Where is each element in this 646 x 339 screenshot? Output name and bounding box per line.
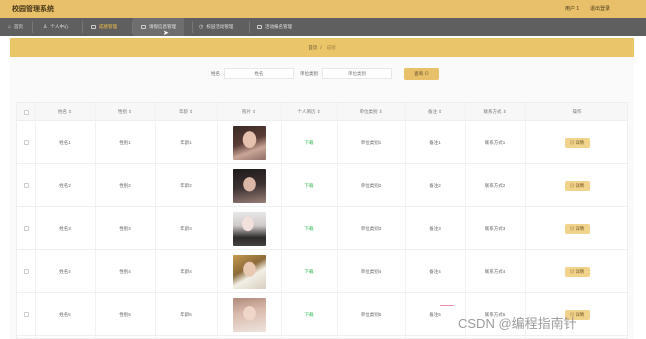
cell-contact: 联系方式3: [484, 225, 506, 231]
search-button[interactable]: 查询 ⊙: [404, 68, 439, 80]
search-name-input[interactable]: [224, 68, 294, 79]
data-table: 姓名 ⇕ 性别 ⇕ 年龄 ⇕ 照片 ⇕ 个人简历 ⇕ 单位类别 ⇕ 备注 ⇕ 联…: [16, 102, 628, 339]
column-header[interactable]: 备注 ⇕: [405, 103, 465, 121]
photo-thumbnail[interactable]: [232, 168, 266, 203]
cell-note: 备注2: [429, 182, 441, 188]
photo-thumbnail[interactable]: [232, 211, 266, 246]
row-checkbox[interactable]: [23, 183, 29, 188]
column-header[interactable]: 照片 ⇕: [217, 103, 281, 121]
user-icon: ♙: [43, 24, 48, 30]
cell-note: 备注3: [429, 225, 441, 231]
table-row: 姓名1 性别1 年龄1 下载 单位类别1 备注1 联系方式1 ▤ 详情: [17, 121, 627, 164]
column-header[interactable]: 单位类别 ⇕: [337, 103, 405, 121]
breadcrumb: 首页 / 成绩: [10, 38, 634, 57]
cell-unit-type: 单位类别4: [360, 268, 382, 274]
breadcrumb-current: 成绩: [326, 44, 336, 50]
cell-age: 年龄1: [180, 139, 192, 145]
cell-unit-type: 单位类别1: [360, 139, 382, 145]
cell-contact: 联系方式1: [484, 139, 506, 145]
nav-item-home[interactable]: ⌂ 首页: [8, 18, 23, 36]
table-header: 姓名 ⇕ 性别 ⇕ 年龄 ⇕ 照片 ⇕ 个人简历 ⇕ 单位类别 ⇕ 备注 ⇕ 联…: [17, 103, 627, 121]
column-header[interactable]: 性别 ⇕: [95, 103, 155, 121]
cell-name: 姓名3: [59, 225, 71, 231]
cell-gender: 性别5: [119, 311, 131, 317]
cell-note: 备注4: [429, 268, 441, 274]
nav-item-label: 活动报名管理: [265, 24, 292, 29]
select-all-checkbox[interactable]: [23, 109, 29, 115]
resume-download-link[interactable]: 下载: [281, 121, 337, 164]
column-header[interactable]: 年龄 ⇕: [155, 103, 217, 121]
row-checkbox[interactable]: [23, 269, 29, 274]
home-icon: ⌂: [8, 24, 12, 30]
nav-item-label: 个人中心: [50, 24, 69, 29]
detail-button[interactable]: ▤ 详情: [564, 266, 590, 277]
mouse-cursor-icon: ➤: [163, 30, 169, 37]
cell-unit-type: 单位类别3: [360, 225, 382, 231]
cell-gender: 性别4: [119, 268, 131, 274]
nav-item-label: 首页: [14, 24, 24, 29]
cell-age: 年龄5: [180, 311, 192, 317]
nav-item-activities[interactable]: ◷ 校园活动管理: [199, 18, 233, 36]
nav-item-leave[interactable]: 请假信息管理: [133, 18, 184, 36]
cell-name: 姓名2: [59, 182, 71, 188]
cell-unit-type: 单位类别5: [360, 311, 382, 317]
cell-age: 年龄2: [180, 182, 192, 188]
app-title: 校园管理系统: [12, 6, 54, 13]
grid-icon: [91, 25, 96, 29]
detail-button[interactable]: ▤ 详情: [564, 137, 590, 148]
grid-icon: [141, 25, 146, 29]
row-checkbox[interactable]: [23, 226, 29, 231]
resume-download-link[interactable]: 下载: [281, 207, 337, 250]
main-content: 首页 / 成绩 姓名 单位类别 查询 ⊙ 姓名 ⇕ 性别 ⇕ 年龄 ⇕ 照片 ⇕…: [10, 38, 634, 339]
cell-name: 姓名5: [59, 311, 71, 317]
watermark: CSDN @编程指南针: [458, 316, 577, 331]
cell-gender: 性别3: [119, 225, 131, 231]
resume-download-link[interactable]: 下载: [281, 293, 337, 336]
nav-item-registration[interactable]: 活动报名管理: [257, 18, 292, 36]
cell-gender: 性别2: [119, 182, 131, 188]
grid-icon: [257, 25, 262, 29]
column-header[interactable]: 个人简历 ⇕: [281, 103, 337, 121]
cell-age: 年龄3: [180, 225, 192, 231]
photo-thumbnail[interactable]: [232, 297, 266, 332]
cell-gender: 性别1: [119, 139, 131, 145]
cell-name: 姓名4: [59, 268, 71, 274]
column-header[interactable]: 姓名 ⇕: [35, 103, 95, 121]
cell-name: 姓名1: [59, 139, 71, 145]
search-type-input[interactable]: [322, 68, 392, 79]
resume-download-link[interactable]: 下载: [281, 250, 337, 293]
cell-age: 年龄4: [180, 268, 192, 274]
logout-link[interactable]: 退出登录: [590, 5, 610, 12]
resume-download-link[interactable]: 下载: [281, 164, 337, 207]
breadcrumb-home[interactable]: 首页: [308, 45, 317, 51]
row-checkbox[interactable]: [23, 140, 29, 145]
photo-thumbnail[interactable]: [232, 254, 266, 289]
cell-unit-type: 单位类别2: [360, 182, 382, 188]
top-header: 校园管理系统 用户 1 退出登录: [0, 0, 646, 18]
nav-item-label: 校园活动管理: [206, 24, 234, 29]
breadcrumb-separator: /: [320, 45, 322, 50]
search-type-label: 单位类别: [300, 71, 318, 76]
main-nav: ⌂ 首页 ♙ 个人中心 成绩管理 请假信息管理 ◷ 校园活动管理 活动报名管理 …: [0, 18, 646, 37]
cell-note: 备注1: [429, 139, 441, 145]
row-checkbox[interactable]: [23, 312, 29, 317]
column-header[interactable]: 联系方式 ⇕: [465, 103, 525, 121]
table-row: 姓名2 性别2 年龄2 下载 单位类别2 备注2 联系方式2 ▤ 详情: [17, 164, 627, 207]
cell-contact: 联系方式4: [484, 268, 506, 274]
cell-note: 备注5: [429, 311, 441, 317]
search-name-label: 姓名: [211, 71, 220, 76]
table-row: 姓名4 性别4 年龄4 下载 单位类别4 备注4 联系方式4 ▤ 详情: [17, 250, 627, 293]
photo-thumbnail[interactable]: [232, 125, 266, 160]
nav-item-grades[interactable]: 成绩管理: [91, 18, 117, 36]
cell-contact: 联系方式2: [484, 182, 506, 188]
column-header: 操作: [572, 109, 582, 114]
detail-button[interactable]: ▤ 详情: [564, 180, 590, 191]
detail-button[interactable]: ▤ 详情: [564, 223, 590, 234]
cursor-trail: [440, 305, 454, 306]
current-user[interactable]: 用户 1: [565, 5, 579, 12]
nav-item-label: 成绩管理: [99, 24, 117, 29]
table-row: 姓名3 性别3 年龄3 下载 单位类别3 备注3 联系方式3 ▤ 详情: [17, 207, 627, 250]
nav-item-personal-center[interactable]: ♙ 个人中心: [43, 18, 68, 36]
clock-icon: ◷: [199, 24, 204, 30]
